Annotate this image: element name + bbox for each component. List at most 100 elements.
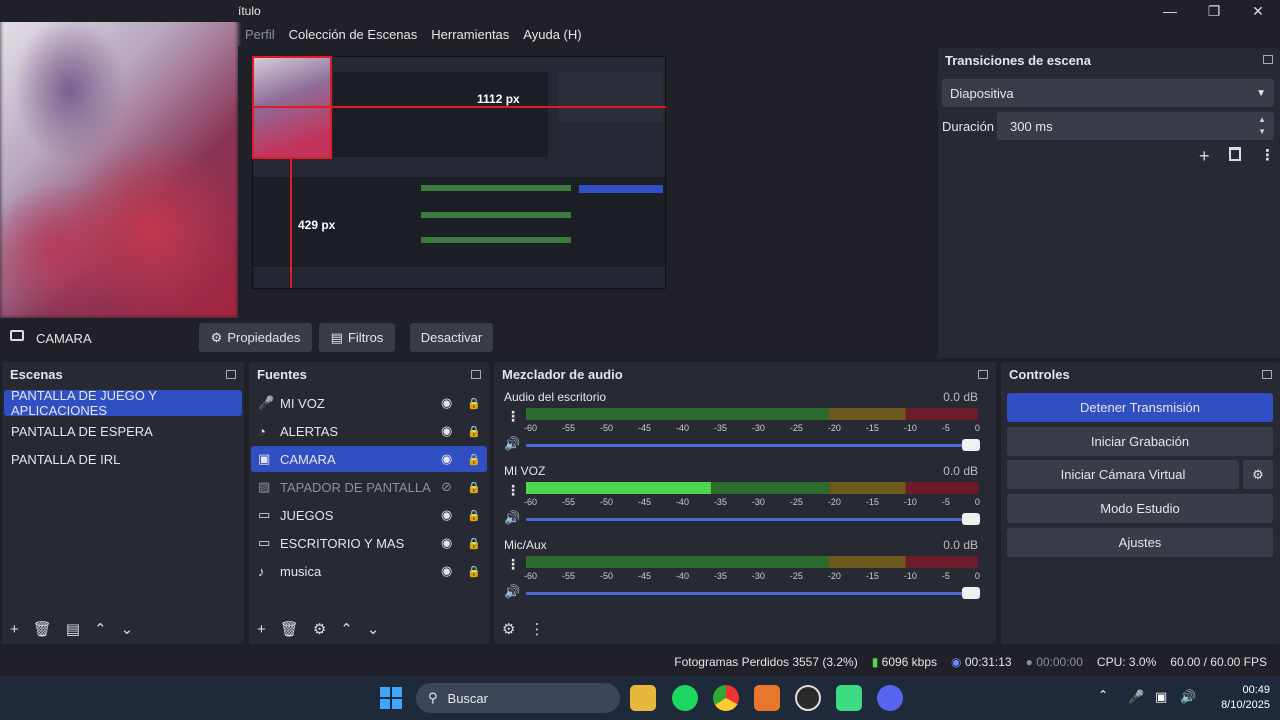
- eye-icon[interactable]: ◉: [441, 395, 452, 411]
- filters-button[interactable]: ▤ Filtros: [319, 323, 395, 352]
- taskbar-clock[interactable]: 00:49 8/10/2025: [1200, 683, 1270, 713]
- eye-hidden-icon[interactable]: ⊘: [441, 479, 452, 495]
- properties-button[interactable]: ⚙ Propiedades: [199, 323, 312, 352]
- status-bar: Fotogramas Perdidos 3557 (3.2%) ▮ 6096 k…: [0, 648, 1280, 676]
- lock-icon[interactable]: 🔒: [467, 453, 481, 466]
- undock-icon[interactable]: [1262, 369, 1272, 379]
- spinner-arrows-icon[interactable]: ▲ ▼: [1258, 114, 1266, 138]
- channel-menu-icon[interactable]: ⋮: [506, 408, 520, 425]
- move-down-icon[interactable]: ⌄: [367, 620, 380, 638]
- move-up-icon[interactable]: ⌃: [340, 620, 353, 638]
- tray-chevron-icon[interactable]: ⌃: [1098, 688, 1108, 702]
- start-virtual-cam-button[interactable]: Iniciar Cámara Virtual: [1007, 460, 1239, 489]
- volume-slider-handle[interactable]: [962, 439, 980, 451]
- discord-icon[interactable]: [877, 685, 903, 711]
- taskbar-search[interactable]: ⚲ Buscar: [416, 683, 620, 713]
- menu-item-profile[interactable]: Perfil: [245, 27, 275, 42]
- spotify-icon[interactable]: [672, 685, 698, 711]
- meter-ticks: -60 -55 -50 -45 -40 -35 -30 -25 -20 -15 -10 -5 0: [524, 571, 980, 581]
- settings-button[interactable]: Ajustes: [1007, 528, 1273, 557]
- scene-item[interactable]: PANTALLA DE JUEGO Y APLICACIONES: [4, 388, 242, 418]
- lock-icon[interactable]: 🔒: [467, 509, 481, 522]
- menu-item-tools[interactable]: Herramientas: [431, 27, 509, 42]
- guide-width-label: 1112 px: [477, 92, 520, 106]
- advanced-audio-icon[interactable]: ⚙: [502, 620, 515, 638]
- microphone-icon[interactable]: 🎤: [1128, 689, 1144, 705]
- add-source-icon[interactable]: +: [257, 621, 266, 638]
- volume-slider-handle[interactable]: [962, 587, 980, 599]
- undock-icon[interactable]: [471, 369, 481, 379]
- speaker-icon[interactable]: 🔊: [504, 584, 520, 600]
- network-icon[interactable]: ▣: [1155, 689, 1167, 705]
- source-properties-icon[interactable]: ⚙: [313, 620, 326, 638]
- source-item[interactable]: ▭ JUEGOS ◉ 🔒: [251, 502, 487, 528]
- speaker-icon[interactable]: 🔊: [504, 436, 520, 452]
- volume-slider-handle[interactable]: [962, 513, 980, 525]
- scene-filters-icon[interactable]: ▤: [66, 620, 80, 638]
- maximize-button[interactable]: ❐: [1192, 0, 1236, 22]
- android-studio-icon[interactable]: [836, 685, 862, 711]
- minimize-button[interactable]: —: [1148, 0, 1192, 22]
- lock-icon[interactable]: 🔒: [467, 537, 481, 550]
- virtual-cam-settings-button[interactable]: ⚙: [1243, 460, 1273, 489]
- channel-menu-icon[interactable]: ⋮: [506, 556, 520, 573]
- lock-icon[interactable]: 🔒: [467, 425, 481, 438]
- speaker-icon[interactable]: 🔊: [504, 510, 520, 526]
- eye-icon[interactable]: ◉: [441, 451, 452, 467]
- level-meter: [526, 408, 978, 420]
- eye-icon[interactable]: ◉: [441, 535, 452, 551]
- scene-item[interactable]: PANTALLA DE ESPERA: [4, 418, 242, 444]
- mixer-menu-icon[interactable]: ⋮: [529, 620, 544, 638]
- source-item[interactable]: ◔ ALERTAS ◉ 🔒: [251, 418, 487, 444]
- obs-icon[interactable]: [795, 685, 821, 711]
- undock-icon[interactable]: [1263, 55, 1273, 64]
- source-item[interactable]: ▣ CAMARA ◉ 🔒: [251, 446, 487, 472]
- volume-icon[interactable]: 🔊: [1180, 689, 1196, 705]
- source-item[interactable]: ▭ ESCRITORIO Y MAS ◉ 🔒: [251, 530, 487, 556]
- remove-transition-icon[interactable]: [1229, 147, 1241, 161]
- source-item[interactable]: 🎤 MI VOZ ◉ 🔒: [251, 390, 487, 416]
- move-down-icon[interactable]: ⌄: [121, 620, 134, 638]
- lock-icon[interactable]: 🔒: [467, 481, 481, 494]
- deactivate-button[interactable]: Desactivar: [410, 323, 493, 352]
- lock-icon[interactable]: 🔒: [467, 397, 481, 410]
- file-explorer-icon[interactable]: [630, 685, 656, 711]
- undock-icon[interactable]: [226, 369, 236, 379]
- eye-icon[interactable]: ◉: [441, 423, 452, 439]
- fl-studio-icon[interactable]: [754, 685, 780, 711]
- bitrate-value: 6096 kbps: [881, 655, 938, 669]
- menu-item-help[interactable]: Ayuda (H): [523, 27, 581, 42]
- add-scene-icon[interactable]: +: [10, 621, 19, 638]
- meter-tick-label: -15: [865, 423, 879, 433]
- guide-height-label: 429 px: [298, 218, 336, 232]
- volume-slider[interactable]: [526, 587, 980, 599]
- lock-icon[interactable]: 🔒: [467, 565, 481, 578]
- start-recording-button[interactable]: Iniciar Grabación: [1007, 427, 1273, 456]
- start-button[interactable]: [380, 687, 402, 709]
- eye-icon[interactable]: ◉: [441, 563, 452, 579]
- studio-mode-button[interactable]: Modo Estudio: [1007, 494, 1273, 523]
- channel-menu-icon[interactable]: ⋮: [506, 482, 520, 499]
- source-item[interactable]: ▨ TAPADOR DE PANTALLA ⊘ 🔒: [251, 474, 487, 500]
- move-up-icon[interactable]: ⌃: [94, 620, 107, 638]
- transition-menu-icon[interactable]: ⋮: [1260, 146, 1275, 164]
- remove-scene-icon[interactable]: 🗑: [33, 620, 52, 638]
- volume-slider[interactable]: [526, 513, 980, 525]
- channel-db: 0.0 dB: [943, 538, 978, 552]
- remove-source-icon[interactable]: 🗑: [280, 620, 299, 638]
- transition-select[interactable]: Diapositiva ▼: [942, 79, 1274, 107]
- clock-date: 8/10/2025: [1221, 699, 1270, 711]
- chrome-icon[interactable]: [713, 685, 739, 711]
- source-item[interactable]: ♪ musica ◉ 🔒: [251, 558, 487, 584]
- duration-input[interactable]: 300 ms ▲ ▼: [997, 112, 1274, 140]
- volume-slider[interactable]: [526, 439, 980, 451]
- scene-item[interactable]: PANTALLA DE IRL: [4, 446, 242, 472]
- undock-icon[interactable]: [978, 369, 988, 379]
- menu-item-scene-collection[interactable]: Colección de Escenas: [289, 27, 418, 42]
- selection-box[interactable]: [252, 56, 332, 159]
- gear-icon: ⚙: [210, 329, 223, 345]
- stop-stream-button[interactable]: Detener Transmisión: [1007, 393, 1273, 422]
- add-transition-icon[interactable]: +: [1199, 146, 1210, 167]
- close-button[interactable]: ✕: [1236, 0, 1280, 22]
- eye-icon[interactable]: ◉: [441, 507, 452, 523]
